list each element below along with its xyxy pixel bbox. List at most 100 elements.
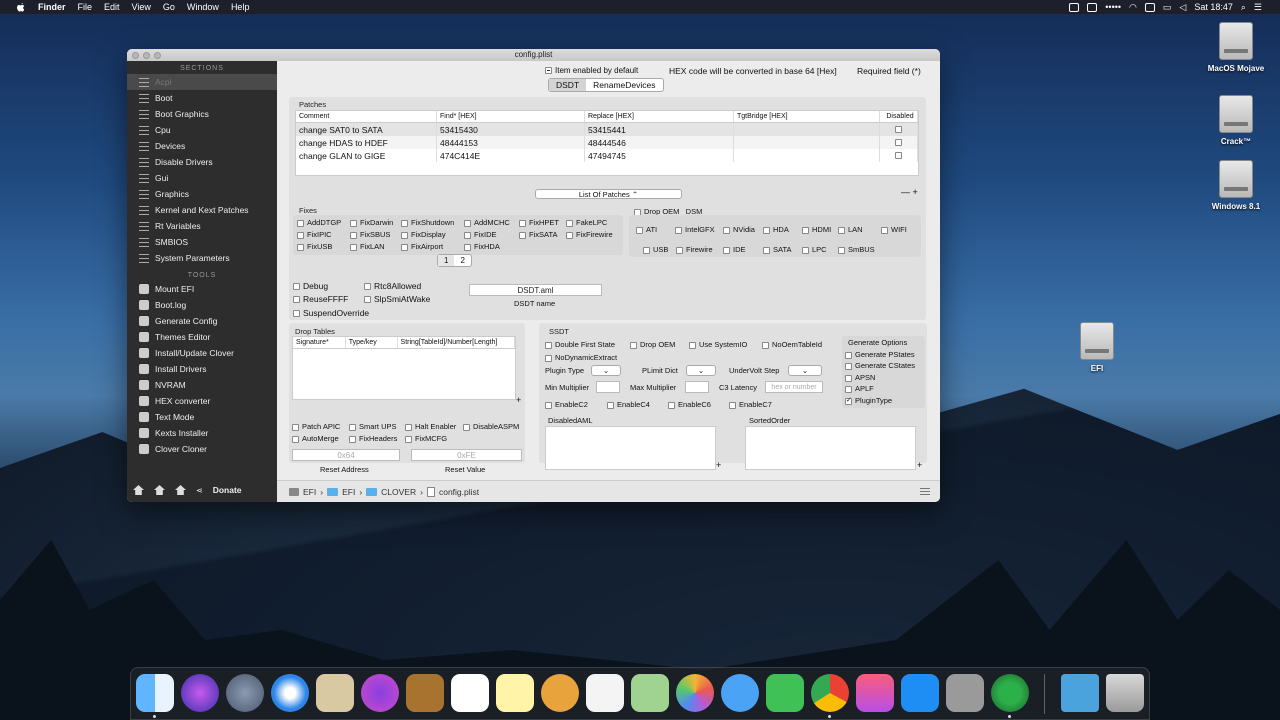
oem-ide[interactable]: IDE (723, 245, 746, 254)
smart-ups-checkbox[interactable]: Smart UPS (349, 422, 397, 431)
list-of-patches-popup[interactable]: List Of Patches ⌃ (535, 189, 682, 199)
oem-smbus[interactable]: SmBUS (838, 245, 875, 254)
col-comment[interactable]: Comment (296, 111, 437, 122)
minimize-button[interactable] (143, 52, 150, 59)
sidebar-item-gui[interactable]: Gui (127, 170, 277, 186)
tool-themes-editor[interactable]: Themes Editor (127, 329, 277, 345)
menu-go[interactable]: Go (163, 2, 175, 12)
add-sortedorder-button[interactable]: + (917, 460, 922, 470)
path-clover-folder[interactable]: CLOVER (381, 487, 416, 497)
tool-hex-converter[interactable]: HEX converter (127, 393, 277, 409)
checklist-icon[interactable] (1069, 2, 1080, 12)
sidebar-item-devices[interactable]: Devices (127, 138, 277, 154)
table-row[interactable]: change HDAS to HDEF 48444153 48444546 (296, 136, 918, 149)
debug-checkbox[interactable]: Debug (293, 281, 328, 291)
oem-intelgfx[interactable]: IntelGFX (675, 225, 715, 234)
desktop-icon-crack[interactable]: Crack™ (1201, 95, 1271, 146)
col-type-key[interactable]: Type/key (346, 337, 398, 348)
fix-fixfirewire[interactable]: FixFirewire (566, 230, 613, 239)
fix-addmchc[interactable]: AddMCHC (464, 218, 510, 227)
desktop-icon-macos-mojave[interactable]: MacOS Mojave (1201, 22, 1271, 73)
plimit-dict-select[interactable]: ⌄ (686, 365, 716, 376)
search-icon[interactable]: ⌕ (1241, 2, 1246, 13)
sidebar-item-disable-drivers[interactable]: Disable Drivers (127, 154, 277, 170)
col-replace[interactable]: Replace [HEX] (585, 111, 734, 122)
undervolt-step-select[interactable]: ⌄ (788, 365, 822, 376)
col-string-tableid[interactable]: String[TableId]/Number[Length] (398, 337, 515, 348)
enable-c7-checkbox[interactable]: EnableC7 (729, 400, 772, 409)
use-systemio-checkbox[interactable]: Use SystemIO (689, 340, 747, 349)
fix-fixdarwin[interactable]: FixDarwin (350, 218, 393, 227)
notes-icon[interactable] (496, 674, 534, 712)
max-multiplier-field[interactable] (685, 381, 709, 393)
close-button[interactable] (132, 52, 139, 59)
reset-value-field[interactable]: 0xFE (411, 449, 522, 461)
plugin-type-select[interactable]: ⌄ (591, 365, 621, 376)
import-icon[interactable] (133, 485, 144, 495)
system-preferences-icon[interactable] (946, 674, 984, 712)
col-signature[interactable]: Signature* (293, 337, 346, 348)
launchpad-icon[interactable] (226, 674, 264, 712)
generate-cstates-checkbox[interactable]: Generate CStates (845, 361, 915, 370)
chrome-icon[interactable] (811, 674, 849, 712)
path-efi-folder[interactable]: EFI (342, 487, 355, 497)
clover-configurator-icon[interactable] (991, 674, 1029, 712)
generate-pstates-checkbox[interactable]: Generate PStates (845, 350, 915, 359)
nodynamicextract-checkbox[interactable]: NoDynamicExtract (545, 353, 617, 362)
fix-fakelpc[interactable]: FakeLPC (566, 218, 607, 227)
min-multiplier-field[interactable] (596, 381, 620, 393)
calendar-icon[interactable] (451, 674, 489, 712)
page-1-button[interactable]: 1 (438, 255, 455, 266)
disabled-checkbox[interactable] (895, 152, 902, 159)
music-icon[interactable] (856, 674, 894, 712)
oem-usb[interactable]: USB (643, 245, 668, 254)
reuseffff-checkbox[interactable]: ReuseFFFF (293, 294, 348, 304)
facetime-icon[interactable] (766, 674, 804, 712)
path-efi-volume[interactable]: EFI (303, 487, 316, 497)
sidebar-item-kernel-kext-patches[interactable]: Kernel and Kext Patches (127, 202, 277, 218)
add-drop-table-button[interactable]: + (516, 395, 521, 405)
oem-nvidia[interactable]: NVidia (723, 225, 755, 234)
double-first-state-checkbox[interactable]: Double First State (545, 340, 615, 349)
volume-icon[interactable]: ◁ (1179, 2, 1186, 13)
sidebar-item-system-parameters[interactable]: System Parameters (127, 250, 277, 266)
messages-icon[interactable] (721, 674, 759, 712)
fix-fixairport[interactable]: FixAirport (401, 242, 443, 251)
remove-add-patch[interactable]: — + (901, 187, 918, 197)
drop-oem-checkbox[interactable]: Drop OEM (630, 340, 675, 349)
fix-adddtgp[interactable]: AddDTGP (297, 218, 341, 227)
trash-icon[interactable] (1106, 674, 1144, 712)
disabled-checkbox[interactable] (895, 139, 902, 146)
menu-file[interactable]: File (78, 2, 93, 12)
disabled-checkbox[interactable] (895, 126, 902, 133)
enable-c6-checkbox[interactable]: EnableC6 (668, 400, 711, 409)
halt-enabler-checkbox[interactable]: Halt Enabler (405, 422, 456, 431)
app-store-icon[interactable] (901, 674, 939, 712)
sidebar-item-rt-variables[interactable]: Rt Variables (127, 218, 277, 234)
fixheaders-checkbox[interactable]: FixHeaders (349, 434, 397, 443)
page-2-button[interactable]: 2 (454, 255, 470, 266)
tool-boot-log[interactable]: Boot.log (127, 297, 277, 313)
menu-window[interactable]: Window (187, 2, 219, 12)
downloads-folder-icon[interactable] (1061, 674, 1099, 712)
menu-help[interactable]: Help (231, 2, 250, 12)
export-icon[interactable] (154, 485, 165, 495)
fix-fixide[interactable]: FixIDE (464, 230, 497, 239)
sortedorder-list[interactable] (745, 426, 916, 470)
contacts-icon[interactable] (406, 674, 444, 712)
wifi-icon[interactable]: ◠ (1129, 2, 1137, 13)
sidebar-item-boot[interactable]: Boot (127, 90, 277, 106)
shield-icon[interactable] (1144, 2, 1155, 12)
zoom-button[interactable] (154, 52, 161, 59)
apple-icon[interactable] (16, 2, 26, 13)
dots-icon[interactable]: ••••• (1105, 2, 1121, 12)
enable-c2-checkbox[interactable]: EnableC2 (545, 400, 588, 409)
sidebar-item-cpu[interactable]: Cpu (127, 122, 277, 138)
menu-edit[interactable]: Edit (104, 2, 120, 12)
oem-firewire[interactable]: Firewire (676, 245, 713, 254)
reset-address-field[interactable]: 0x64 (292, 449, 400, 461)
fix-fixsbus[interactable]: FixSBUS (350, 230, 390, 239)
c3-latency-field[interactable]: hex or number (765, 381, 823, 393)
path-config-file[interactable]: config.plist (439, 487, 479, 497)
usb-utility-icon[interactable] (361, 674, 399, 712)
